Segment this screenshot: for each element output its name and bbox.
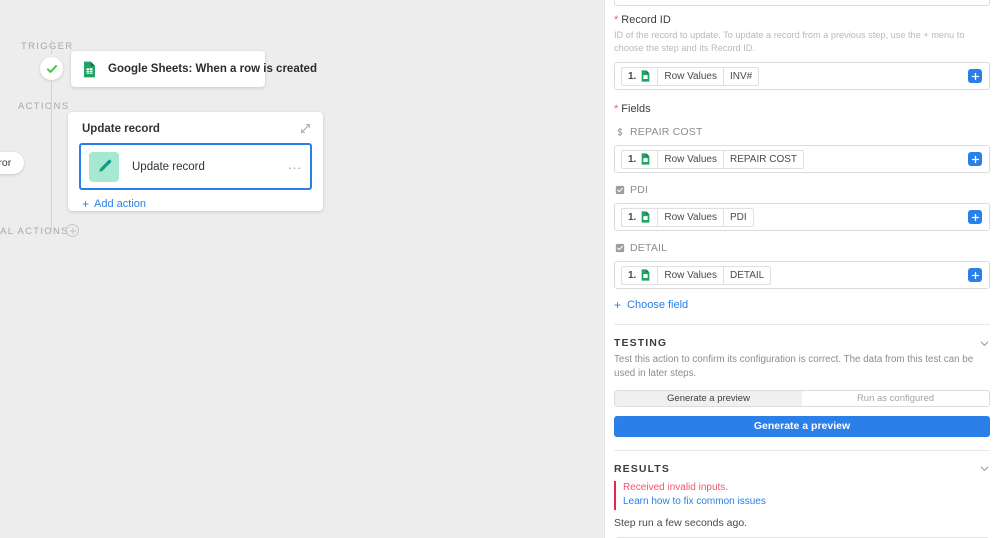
- actions-section-label: ACTIONS: [18, 101, 70, 112]
- field-input-pdi[interactable]: 1. Row Values PDI: [614, 203, 990, 232]
- google-sheets-icon: [641, 269, 650, 281]
- results-section-header[interactable]: RESULTS: [614, 451, 990, 475]
- connector-line-top: [51, 40, 52, 54]
- token-source: Row Values: [657, 207, 723, 227]
- record-id-add-button[interactable]: [968, 69, 982, 84]
- token-index: 1.: [621, 265, 658, 285]
- field-token[interactable]: 1. Row Values DETAIL: [621, 265, 772, 285]
- field-name: DETAIL: [630, 242, 668, 255]
- chevron-down-icon[interactable]: [979, 463, 990, 474]
- choose-field-label: Choose field: [627, 299, 689, 312]
- connector-line-bottom: [51, 82, 52, 230]
- testing-error-pill[interactable]: x testing error: [0, 152, 25, 174]
- action-step-menu-icon[interactable]: ...: [288, 158, 302, 176]
- testing-description: Test this action to confirm its configur…: [614, 354, 974, 380]
- choose-field-button[interactable]: + Choose field: [614, 299, 990, 311]
- token-field: PDI: [722, 207, 754, 227]
- testing-section-header[interactable]: TESTING: [614, 325, 990, 349]
- google-sheets-icon: [641, 153, 650, 165]
- field-input-detail[interactable]: 1. Row Values DETAIL: [614, 261, 990, 290]
- required-marker: *: [614, 103, 619, 116]
- field-name: REPAIR COST: [630, 126, 703, 139]
- currency-icon: [614, 127, 625, 138]
- checkbox-icon: [614, 185, 625, 196]
- record-id-help-text: ID of the record to update. To update a …: [614, 30, 965, 54]
- token-index: 1.: [621, 149, 658, 169]
- record-id-label: Record ID: [621, 14, 671, 26]
- field-name: PDI: [630, 184, 649, 197]
- google-sheets-icon: [82, 61, 97, 78]
- field-token[interactable]: 1. Row Values REPAIR COST: [621, 149, 805, 169]
- plus-icon: [971, 72, 979, 80]
- trigger-node-title: Google Sheets: When a row is created: [108, 63, 317, 75]
- checkbox-icon: [614, 243, 625, 254]
- testing-title: TESTING: [614, 337, 668, 350]
- check-icon: [46, 64, 57, 73]
- trigger-status-check: [40, 57, 63, 80]
- record-id-input[interactable]: 1. Row Values INV#: [614, 62, 990, 91]
- previous-field-input-cutoff[interactable]: [614, 0, 990, 6]
- plus-icon: [971, 271, 979, 279]
- field-token[interactable]: 1. Row Values PDI: [621, 207, 754, 227]
- token-field: INV#: [722, 66, 760, 86]
- segment-generate-preview[interactable]: Generate a preview: [615, 390, 802, 406]
- fields-label-row: * Fields: [614, 103, 990, 115]
- field-label-pdi: PDI: [614, 184, 990, 196]
- plus-icon: +: [82, 197, 90, 211]
- error-help-link[interactable]: Learn how to fix common issues: [623, 495, 990, 510]
- record-id-label-row: * Record ID: [614, 14, 990, 26]
- segment-run-as-configured[interactable]: Run as configured: [802, 390, 989, 406]
- generate-preview-button[interactable]: Generate a preview: [614, 415, 990, 437]
- results-error-block: Received invalid inputs. Learn how to fi…: [614, 480, 990, 510]
- field-add-button-pdi[interactable]: [968, 210, 982, 225]
- field-add-button-repair-cost[interactable]: [968, 152, 982, 167]
- workflow-canvas[interactable]: TRIGGER ACTIONS NAL ACTIONS Google Sh: [0, 0, 604, 538]
- token-source: Row Values: [657, 265, 723, 285]
- trigger-node-google-sheets[interactable]: Google Sheets: When a row is created: [71, 51, 317, 87]
- plus-icon: +: [614, 298, 622, 313]
- plus-icon: [971, 155, 979, 163]
- test-mode-toggle[interactable]: Generate a preview Run as configured: [614, 389, 990, 407]
- required-marker: *: [614, 14, 619, 26]
- add-action-label: Add action: [94, 198, 146, 210]
- add-final-action-button[interactable]: [66, 224, 79, 237]
- action-step-update-record[interactable]: Update record ...: [79, 143, 312, 190]
- trigger-section-label: TRIGGER: [21, 41, 74, 52]
- final-actions-section-label: NAL ACTIONS: [0, 226, 69, 237]
- error-message: Received invalid inputs.: [623, 481, 729, 493]
- plus-circle-icon: [69, 227, 76, 234]
- field-label-repair-cost: REPAIR COST: [614, 126, 990, 138]
- step-run-timestamp: Step run a few seconds ago.: [614, 516, 748, 529]
- chevron-down-icon[interactable]: [979, 338, 990, 349]
- token-index: 1.: [621, 207, 658, 227]
- field-add-button-detail[interactable]: [968, 268, 982, 283]
- token-field: DETAIL: [722, 265, 772, 285]
- action-step-label: Update record: [132, 160, 205, 173]
- expand-icon[interactable]: [300, 123, 311, 134]
- results-title: RESULTS: [614, 462, 670, 475]
- add-action-button[interactable]: + Add action: [82, 198, 146, 210]
- record-id-token[interactable]: 1. Row Values INV#: [621, 66, 760, 86]
- plus-icon: [971, 213, 979, 221]
- token-field: REPAIR COST: [722, 149, 805, 169]
- token-source: Row Values: [657, 66, 723, 86]
- action-group-card[interactable]: Update record Update record ... + Add ac…: [68, 112, 323, 211]
- field-label-detail: DETAIL: [614, 242, 990, 254]
- step-config-panel[interactable]: * Record ID ID of the record to update. …: [604, 0, 999, 538]
- field-input-repair-cost[interactable]: 1. Row Values REPAIR COST: [614, 145, 990, 174]
- fields-label: Fields: [621, 103, 651, 116]
- token-source: Row Values: [657, 149, 723, 169]
- token-index: 1.: [621, 66, 658, 86]
- action-group-title: Update record: [82, 123, 160, 135]
- google-sheets-icon: [641, 211, 650, 223]
- pencil-icon: [89, 151, 119, 182]
- google-sheets-icon: [641, 70, 650, 82]
